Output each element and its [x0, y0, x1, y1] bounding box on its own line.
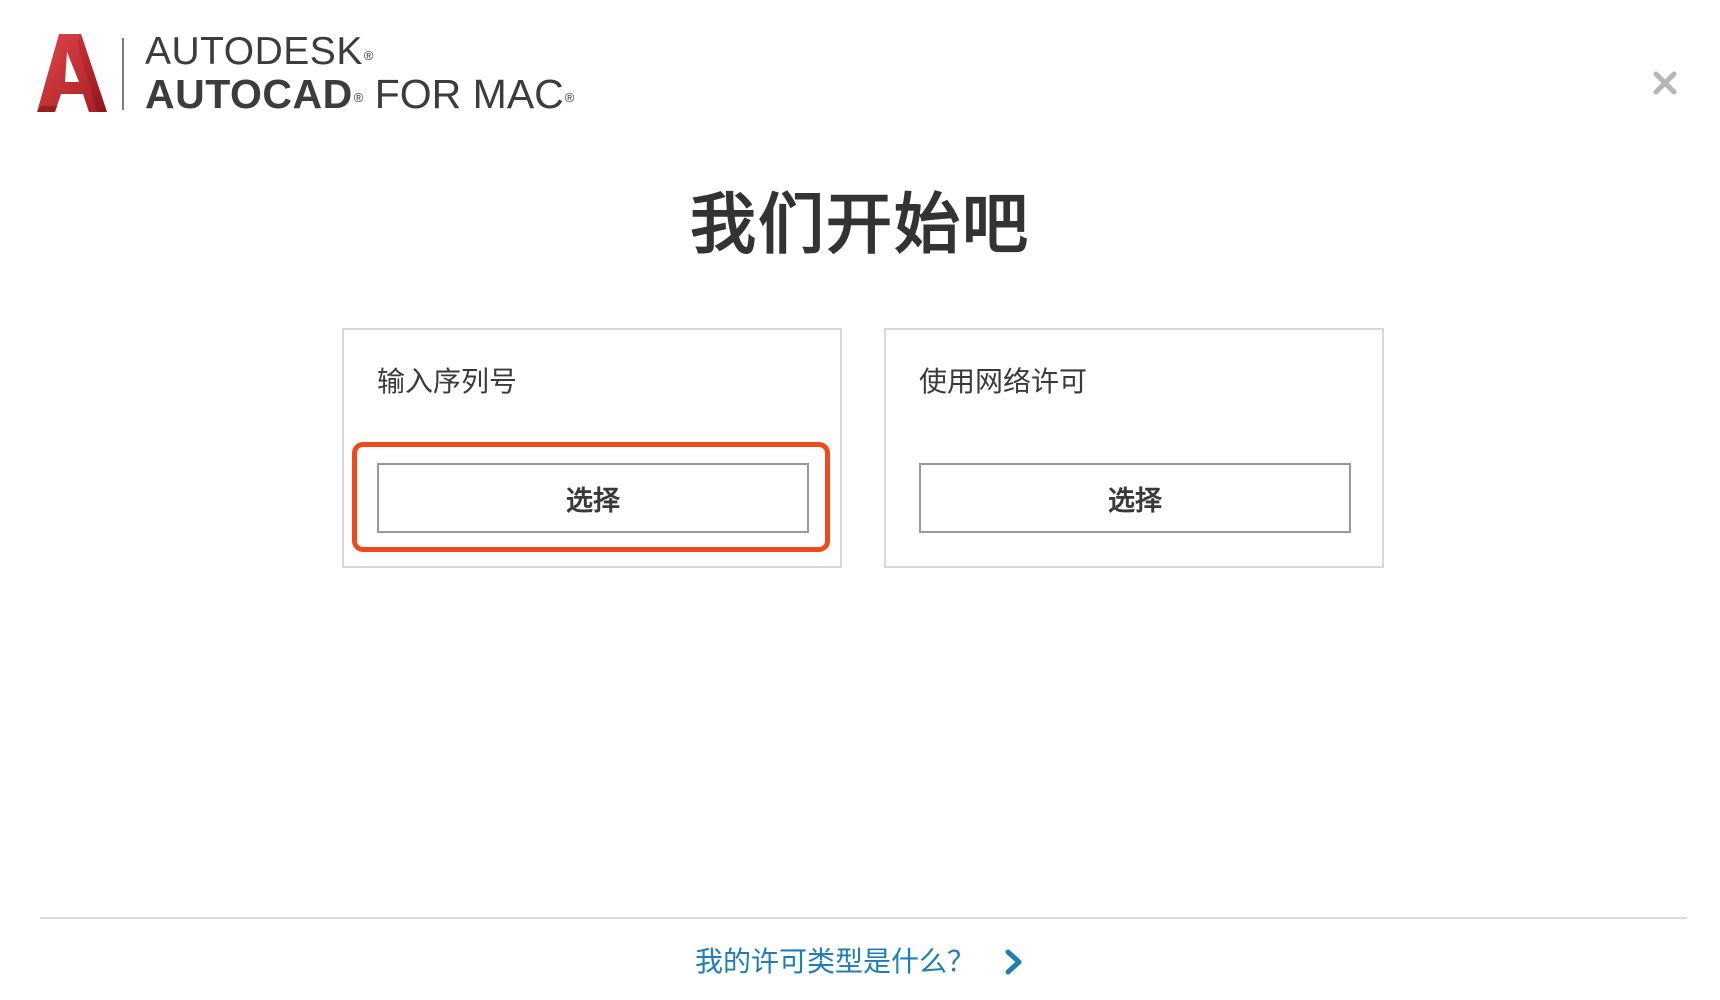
- network-license-label: 使用网络许可: [919, 365, 1088, 398]
- license-type-help-text[interactable]: 我的许可类型是什么？: [695, 940, 975, 984]
- license-type-help-link[interactable]: 我的许可类型是什么？: [0, 940, 1720, 988]
- product-name: AUTOCAD® FOR MAC®: [145, 71, 575, 117]
- close-button[interactable]: [1650, 68, 1680, 98]
- autocad-logo-icon: [37, 34, 107, 112]
- license-dialog: AUTODESK® AUTOCAD® FOR MAC® 我们开始吧 输入序列号 …: [0, 0, 1720, 1000]
- serial-number-select-button[interactable]: 选择: [377, 463, 809, 533]
- serial-number-card: 输入序列号 选择: [342, 328, 842, 568]
- chevron-right-icon[interactable]: [1003, 948, 1025, 976]
- page-title: 我们开始吧: [690, 186, 1030, 263]
- serial-number-label: 输入序列号: [377, 365, 518, 398]
- close-icon: [1653, 71, 1677, 95]
- footer-divider: [40, 917, 1687, 919]
- brand-divider: [122, 38, 124, 110]
- company-name: AUTODESK®: [145, 30, 374, 73]
- network-license-card: 使用网络许可 选择: [884, 328, 1384, 568]
- network-license-select-button[interactable]: 选择: [919, 463, 1351, 533]
